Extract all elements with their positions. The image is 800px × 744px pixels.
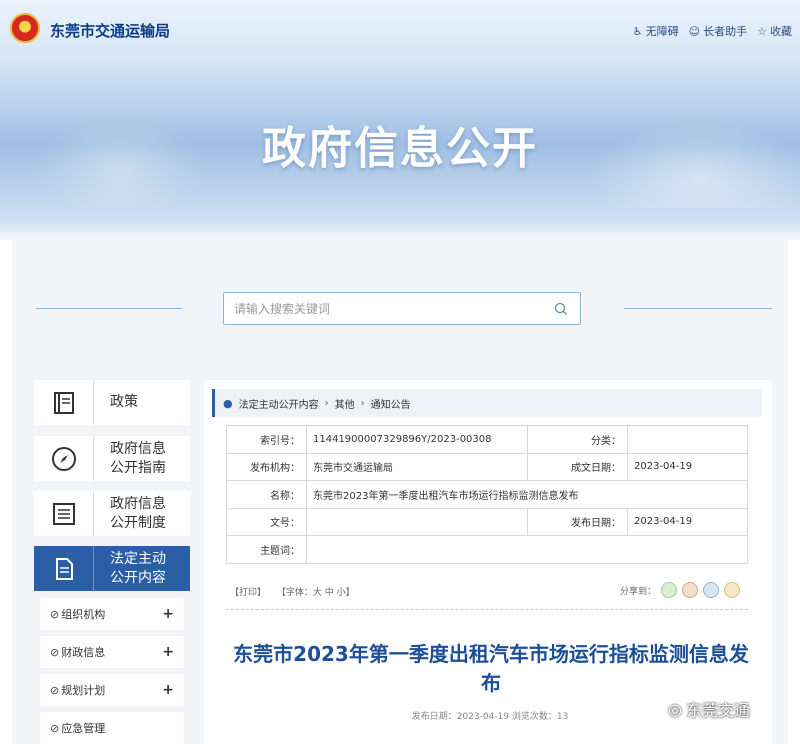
article-meta: 发布日期：2023-04-19 浏览次数：13 bbox=[411, 712, 569, 722]
table-row: 文号： 发布日期： 2023-04-19 bbox=[226, 507, 748, 536]
site-title[interactable]: 东莞市交通运输局 bbox=[50, 20, 170, 41]
breadcrumb-item[interactable]: 通知公告 bbox=[371, 396, 411, 411]
category-label: 分类： bbox=[527, 425, 628, 454]
sidebar-item-guide[interactable]: 政府信息 公开指南 bbox=[34, 436, 190, 481]
article-title: 东莞市2023年第一季度出租汽车市场运行指标监测信息发布 bbox=[233, 642, 749, 695]
sidebar-subitem-finance[interactable]: ⊘ 财政信息 + bbox=[40, 636, 184, 668]
weibo-share-icon[interactable] bbox=[682, 582, 699, 598]
watermark: ◎ 东莞交通 bbox=[668, 697, 750, 721]
compass-icon bbox=[34, 436, 94, 481]
sidebar-item-statutory-content[interactable]: 法定主动 公开内容 bbox=[34, 546, 190, 591]
share-bar: 分享到： bbox=[620, 582, 741, 598]
keywords-value bbox=[306, 535, 748, 564]
doc-number-value bbox=[306, 507, 528, 536]
article-tools: 【打印】 【字体：大 中 小】 bbox=[230, 585, 363, 598]
search-divider-right bbox=[624, 308, 772, 309]
subitem-label: 财政信息 bbox=[61, 646, 106, 659]
accessibility-label: 无障碍 bbox=[645, 25, 679, 38]
index-label: 索引号： bbox=[226, 425, 307, 454]
header-tools: ♿ 无障碍 ☺ 长者助手 ☆ 收藏 bbox=[633, 23, 792, 39]
created-date-label: 成文日期： bbox=[527, 452, 628, 481]
elder-assistant-link[interactable]: ☺ 长者助手 bbox=[689, 23, 747, 39]
qzone-share-icon[interactable] bbox=[724, 582, 741, 598]
divider bbox=[226, 609, 748, 610]
sidebar-item-label: 政府信息 公开指南 bbox=[110, 440, 166, 476]
search-box bbox=[223, 292, 581, 325]
favorite-link[interactable]: ☆ 收藏 bbox=[757, 23, 792, 39]
search-icon[interactable] bbox=[554, 302, 568, 316]
publisher-value: 东莞市交通运输局 bbox=[306, 452, 528, 481]
accessibility-icon: ♿ bbox=[632, 24, 643, 38]
location-pin-icon: ● bbox=[223, 396, 233, 410]
subitem-label: 规划计划 bbox=[61, 684, 106, 697]
top-bar: 东莞市交通运输局 ♿ 无障碍 ☺ 长者助手 ☆ 收藏 bbox=[0, 0, 800, 58]
wechat-icon: ◎ bbox=[668, 699, 682, 719]
link-icon: ⊘ bbox=[50, 607, 60, 621]
doc-number-label: 文号： bbox=[226, 507, 307, 536]
publish-date-label: 发布日期： bbox=[527, 507, 628, 536]
search-divider-left bbox=[36, 308, 182, 309]
link-icon: ⊘ bbox=[50, 645, 60, 659]
sidebar-item-label: 法定主动 公开内容 bbox=[110, 550, 166, 586]
watermark-text: 东莞交通 bbox=[685, 701, 750, 720]
national-emblem-icon bbox=[10, 13, 40, 43]
breadcrumb: ● 法定主动公开内容 › 其他 › 通知公告 bbox=[212, 389, 762, 417]
index-value: 11441900007329896Y/2023-00308 bbox=[306, 425, 528, 454]
chevron-right-icon: › bbox=[360, 397, 365, 409]
expand-icon[interactable]: + bbox=[162, 644, 174, 660]
elder-assistant-label: 长者助手 bbox=[703, 25, 748, 38]
elder-icon: ☺ bbox=[688, 24, 701, 38]
accessibility-link[interactable]: ♿ 无障碍 bbox=[633, 23, 679, 39]
sidebar-subitem-emergency[interactable]: ⊘ 应急管理 bbox=[40, 712, 184, 744]
print-link[interactable]: 【打印】 bbox=[230, 588, 266, 598]
created-date-value: 2023-04-19 bbox=[627, 452, 748, 481]
breadcrumb-item[interactable]: 法定主动公开内容 bbox=[239, 396, 319, 411]
sidebar-item-label: 政策 bbox=[110, 394, 138, 410]
link-icon: ⊘ bbox=[50, 721, 60, 735]
share-label: 分享到： bbox=[620, 586, 657, 597]
document-icon bbox=[34, 546, 94, 591]
publish-date-value: 2023-04-19 bbox=[627, 507, 748, 536]
font-size-links[interactable]: 【字体：大 中 小】 bbox=[277, 588, 355, 598]
table-row: 发布机构： 东莞市交通运输局 成文日期： 2023-04-19 bbox=[226, 452, 748, 481]
expand-icon[interactable]: + bbox=[162, 682, 174, 698]
subitem-label: 应急管理 bbox=[61, 722, 106, 735]
favorite-label: 收藏 bbox=[770, 25, 792, 38]
wechat-share-icon[interactable] bbox=[661, 582, 678, 598]
document-meta-table: 索引号： 11441900007329896Y/2023-00308 分类： 发… bbox=[226, 425, 748, 564]
sidebar-item-policy[interactable]: 政策 bbox=[34, 380, 190, 425]
sidebar-subitem-planning[interactable]: ⊘ 规划计划 + bbox=[40, 674, 184, 706]
keywords-label: 主题词： bbox=[226, 535, 307, 564]
page: 政府信息公开 东莞市交通运输局 ♿无障碍 ☺长者助手 ☆收藏 政策 政府信息 公… bbox=[0, 0, 800, 744]
category-value bbox=[627, 425, 748, 454]
name-label: 名称： bbox=[226, 480, 307, 509]
link-icon: ⊘ bbox=[50, 683, 60, 697]
sidebar-item-label: 政府信息 公开制度 bbox=[110, 495, 166, 531]
sidebar-subitem-organization[interactable]: ⊘ 组织机构 + bbox=[40, 598, 184, 630]
search-input[interactable] bbox=[234, 293, 534, 324]
table-row: 索引号： 11441900007329896Y/2023-00308 分类： bbox=[226, 425, 748, 454]
table-row: 名称： 东莞市2023年第一季度出租汽车市场运行指标监测信息发布 bbox=[226, 480, 748, 509]
chevron-right-icon: › bbox=[324, 397, 329, 409]
sidebar-item-system[interactable]: 政府信息 公开制度 bbox=[34, 491, 190, 536]
publisher-label: 发布机构： bbox=[226, 452, 307, 481]
qq-share-icon[interactable] bbox=[703, 582, 720, 598]
banner-title: 政府信息公开 bbox=[262, 123, 538, 174]
list-document-icon bbox=[34, 491, 94, 536]
table-row: 主题词： bbox=[226, 535, 748, 564]
subitem-label: 组织机构 bbox=[61, 608, 106, 621]
breadcrumb-item[interactable]: 其他 bbox=[335, 396, 355, 411]
star-icon: ☆ bbox=[757, 24, 767, 38]
expand-icon[interactable]: + bbox=[162, 606, 174, 622]
book-icon bbox=[34, 380, 94, 425]
name-value: 东莞市2023年第一季度出租汽车市场运行指标监测信息发布 bbox=[306, 480, 748, 509]
